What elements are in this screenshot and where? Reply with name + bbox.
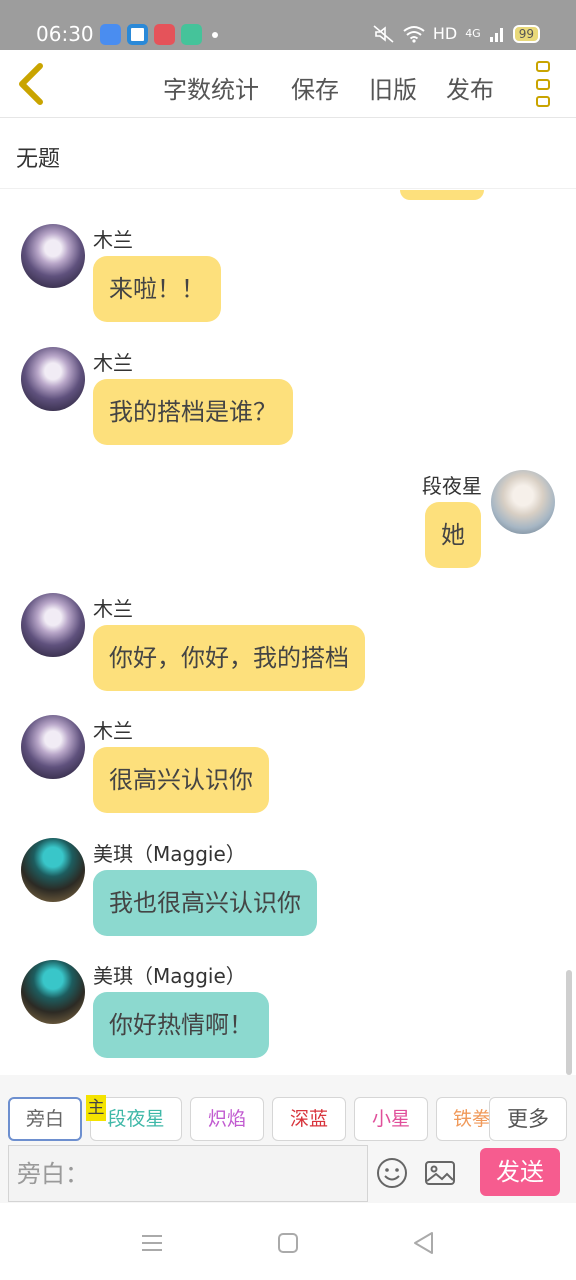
chevron-left-icon[interactable]	[12, 62, 52, 106]
multi-app-icon	[154, 24, 175, 45]
home-icon[interactable]	[274, 1229, 302, 1257]
status-time: 06:30	[36, 22, 94, 46]
character-chip-narrator[interactable]: 旁白	[8, 1097, 82, 1141]
duanyexing-avatar[interactable]	[491, 470, 555, 534]
character-chip-chiyan[interactable]: 炽焰	[190, 1097, 264, 1141]
character-chip-xiaoxing[interactable]: 小星	[354, 1097, 428, 1141]
signal-icon	[489, 27, 503, 42]
mulan-avatar[interactable]	[21, 347, 85, 411]
more-vertical-icon[interactable]	[536, 61, 554, 107]
network-label: HD	[432, 24, 458, 43]
sender-name: 木兰	[93, 351, 133, 375]
status-bar: 06:30 HD 4G 99	[0, 0, 576, 50]
chat-scrollbar[interactable]	[566, 970, 572, 1075]
notification-dot-icon	[212, 31, 218, 38]
green-app-icon	[181, 24, 202, 45]
status-app-icons	[100, 24, 218, 45]
message-bubble[interactable]: 她	[425, 502, 481, 568]
sender-name: 美琪（Maggie）	[93, 842, 246, 866]
status-right: HD 4G 99	[373, 24, 540, 43]
cloud-app-icon	[100, 24, 121, 45]
mulan-avatar[interactable]	[21, 715, 85, 779]
chat-area[interactable]: 木兰 来啦！！ 木兰 我的搭档是谁？ 段夜星 她 木兰 你好，你好，我的搭档 木…	[0, 190, 576, 1075]
message-bubble[interactable]: 我的搭档是谁？	[93, 379, 293, 445]
maggie-avatar[interactable]	[21, 838, 85, 902]
menu-dot	[536, 61, 550, 72]
silent-icon	[373, 24, 394, 43]
document-title: 无题	[16, 147, 61, 172]
image-icon[interactable]	[424, 1157, 456, 1189]
menu-icon[interactable]	[138, 1229, 166, 1257]
more-characters-button[interactable]: 更多	[489, 1097, 567, 1141]
document-title-bar[interactable]: 无题	[0, 119, 576, 189]
menu-dot	[536, 96, 550, 107]
save-button[interactable]: 保存	[291, 70, 339, 105]
message-bubble[interactable]: 很高兴认识你	[93, 747, 269, 813]
message-input[interactable]	[8, 1145, 368, 1202]
old-version-button[interactable]: 旧版	[369, 70, 417, 105]
message-bubble[interactable]: 我也很高兴认识你	[93, 870, 317, 936]
back-triangle-icon[interactable]	[410, 1229, 438, 1257]
editor-header: 字数统计 保存 旧版 发布	[0, 50, 576, 118]
sender-name: 木兰	[93, 228, 133, 252]
character-chip-clip: 铁拳	[436, 1097, 490, 1141]
publish-button[interactable]: 发布	[446, 70, 494, 105]
character-chip-tiequan[interactable]: 铁拳	[436, 1097, 490, 1141]
sender-name: 木兰	[93, 719, 133, 743]
sender-name: 美琪（Maggie）	[93, 964, 246, 988]
send-button[interactable]: 发送	[480, 1148, 560, 1196]
emoji-icon[interactable]	[376, 1157, 408, 1189]
character-chip-shenlan[interactable]: 深蓝	[272, 1097, 346, 1141]
character-selector: 旁白 段夜星 主 炽焰 深蓝 小星 铁拳 更多	[0, 1075, 576, 1143]
camera-app-icon	[127, 24, 148, 45]
system-nav-bar	[0, 1203, 576, 1280]
message-bubble[interactable]: 你好热情啊！	[93, 992, 269, 1058]
mulan-avatar[interactable]	[21, 224, 85, 288]
message-bubble[interactable]: 你好，你好，我的搭档	[93, 625, 365, 691]
partial-message-bubble	[400, 190, 484, 200]
sender-name: 木兰	[93, 597, 133, 621]
composer-bar: 发送	[0, 1143, 576, 1203]
menu-dot	[536, 78, 550, 90]
sender-name: 段夜星	[422, 474, 482, 498]
signal-label: 4G	[465, 27, 481, 40]
maggie-avatar[interactable]	[21, 960, 85, 1024]
mulan-avatar[interactable]	[21, 593, 85, 657]
main-character-badge: 主	[86, 1095, 106, 1121]
battery-indicator: 99	[512, 24, 540, 43]
message-bubble[interactable]: 来啦！！	[93, 256, 221, 322]
word-count-button[interactable]: 字数统计	[163, 70, 259, 105]
wifi-icon	[403, 25, 425, 43]
